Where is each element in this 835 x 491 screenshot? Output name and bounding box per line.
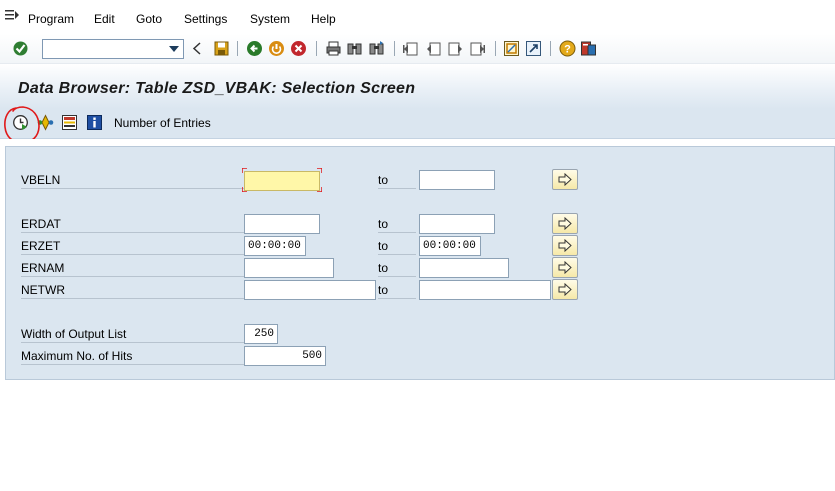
arrow-right-icon [558,173,572,186]
collapse-arrow-icon[interactable] [192,40,202,57]
chevron-down-icon[interactable] [169,46,179,52]
toolbar-separator [237,41,238,56]
netwr-high-input[interactable] [419,280,551,300]
to-label: to [378,174,416,189]
field-selection-icon[interactable] [61,114,78,131]
command-field[interactable] [42,39,184,59]
to-label: to [378,284,416,299]
enter-icon[interactable] [12,40,29,57]
previous-page-icon[interactable] [425,40,442,57]
find-next-icon[interactable] [368,40,385,57]
menu-program[interactable]: Program [28,12,74,26]
menu-settings[interactable]: Settings [184,12,227,26]
title-bar: Data Browser: Table ZSD_VBAK: Selection … [0,64,835,109]
to-label: to [378,218,416,233]
focus-corner-icon [317,168,322,173]
execute-icon[interactable] [12,114,29,131]
selection-screen: VBELN to ERDAT to ERZET 00:00:00 to 00:0… [0,139,835,491]
info-icon[interactable] [86,114,103,131]
erdat-high-input[interactable] [419,214,495,234]
first-page-icon[interactable] [402,40,419,57]
focus-corner-icon [242,168,247,173]
field-label-erdat: ERDAT [21,218,244,233]
vbeln-high-input[interactable] [419,170,495,190]
next-page-icon[interactable] [447,40,464,57]
system-menu-icon[interactable] [5,9,19,21]
field-label-output-width: Width of Output List [21,328,244,343]
menu-edit[interactable]: Edit [94,12,115,26]
page-title: Data Browser: Table ZSD_VBAK: Selection … [18,80,416,97]
max-hits-input[interactable]: 500 [244,346,326,366]
exit-icon[interactable] [268,40,285,57]
erzet-multiple-selection-button[interactable] [552,235,578,256]
output-width-input[interactable]: 250 [244,324,278,344]
svg-text:?: ? [564,44,571,56]
toolbar-separator [550,41,551,56]
number-of-entries-button[interactable]: Number of Entries [114,116,211,130]
netwr-multiple-selection-button[interactable] [552,279,578,300]
netwr-low-input[interactable] [244,280,376,300]
toolbar-separator [316,41,317,56]
vbeln-multiple-selection-button[interactable] [552,169,578,190]
toolbar-separator [495,41,496,56]
create-session-icon[interactable] [503,40,520,57]
field-label-erzet: ERZET [21,240,244,255]
cancel-icon[interactable] [290,40,307,57]
arrow-right-icon [558,239,572,252]
last-page-icon[interactable] [469,40,486,57]
arrow-right-icon [558,261,572,274]
to-label: to [378,240,416,255]
erdat-low-input[interactable] [244,214,320,234]
focus-corner-icon [317,187,322,192]
vbeln-low-input[interactable] [244,171,320,191]
field-label-vbeln: VBELN [21,174,244,189]
focus-corner-icon [242,187,247,192]
field-label-max-hits: Maximum No. of Hits [21,350,244,365]
toolbar-separator [394,41,395,56]
shortcut-icon[interactable] [525,40,542,57]
arrow-right-icon [558,217,572,230]
layout-icon[interactable] [580,40,597,57]
erdat-multiple-selection-button[interactable] [552,213,578,234]
erzet-high-input[interactable]: 00:00:00 [419,236,481,256]
field-label-netwr: NETWR [21,284,244,299]
help-icon[interactable]: ? [559,40,576,57]
menu-bar: Program Edit Goto Settings System Help [0,0,835,34]
menu-help[interactable]: Help [311,12,336,26]
ernam-multiple-selection-button[interactable] [552,257,578,278]
find-icon[interactable] [346,40,363,57]
back-icon[interactable] [246,40,263,57]
menu-system[interactable]: System [250,12,290,26]
application-toolbar: Number of Entries [0,109,835,139]
menu-goto[interactable]: Goto [136,12,162,26]
standard-toolbar: ? [0,34,835,64]
selection-options-icon[interactable] [37,114,54,131]
selection-criteria-block: VBELN to ERDAT to ERZET 00:00:00 to 00:0… [5,146,835,380]
erzet-low-input[interactable]: 00:00:00 [244,236,306,256]
field-label-ernam: ERNAM [21,262,244,277]
ernam-low-input[interactable] [244,258,334,278]
save-icon[interactable] [213,40,230,57]
arrow-right-icon [558,283,572,296]
print-icon[interactable] [325,40,342,57]
to-label: to [378,262,416,277]
ernam-high-input[interactable] [419,258,509,278]
